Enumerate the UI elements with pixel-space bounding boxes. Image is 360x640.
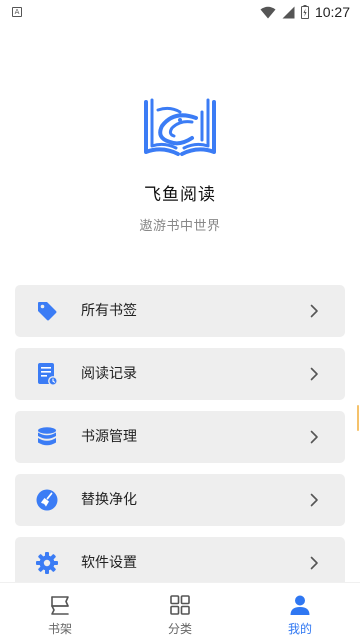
wifi-icon bbox=[260, 6, 276, 18]
chevron-right-icon bbox=[310, 556, 318, 570]
chevron-right-icon bbox=[310, 367, 318, 381]
accessibility-badge-icon: A bbox=[12, 7, 22, 17]
status-indicators: 10:27 bbox=[260, 4, 350, 20]
nav-tab-bookshelf[interactable]: 书架 bbox=[0, 583, 120, 640]
nav-tab-label: 我的 bbox=[287, 622, 312, 636]
menu-item-book-source[interactable]: 书源管理 bbox=[15, 411, 345, 463]
broom-clean-icon bbox=[35, 488, 59, 512]
menu-item-bookmarks[interactable]: 所有书签 bbox=[15, 285, 345, 337]
bottom-navigation: 书架 分类 我的 bbox=[0, 582, 360, 640]
cellular-signal-icon bbox=[282, 6, 295, 18]
app-logo bbox=[0, 96, 360, 158]
menu-item-label: 替换净化 bbox=[81, 492, 137, 508]
nav-tab-label: 书架 bbox=[47, 622, 72, 636]
app-name: 飞鱼阅读 bbox=[144, 185, 216, 205]
bookmark-tag-icon bbox=[35, 299, 59, 323]
menu-item-reading-record[interactable]: 阅读记录 bbox=[15, 348, 345, 400]
menu-item-label: 所有书签 bbox=[81, 303, 137, 319]
chevron-right-icon bbox=[310, 493, 318, 507]
status-bar: A 10:27 bbox=[0, 0, 360, 24]
menu-item-label: 书源管理 bbox=[81, 429, 137, 445]
nav-tab-profile[interactable]: 我的 bbox=[240, 583, 360, 640]
category-grid-icon bbox=[168, 593, 192, 617]
scroll-indicator[interactable] bbox=[357, 405, 359, 431]
app-slogan: 遨游书中世界 bbox=[139, 219, 221, 234]
profile-icon bbox=[288, 593, 312, 617]
battery-charging-icon bbox=[300, 5, 309, 19]
gear-icon bbox=[35, 551, 59, 575]
chevron-right-icon bbox=[310, 304, 318, 318]
reading-record-icon bbox=[35, 362, 59, 386]
status-time: 10:27 bbox=[314, 4, 350, 20]
nav-tab-label: 分类 bbox=[167, 622, 192, 636]
chevron-right-icon bbox=[310, 430, 318, 444]
menu-item-replace-purify[interactable]: 替换净化 bbox=[15, 474, 345, 526]
profile-menu: 所有书签 阅读记录 书源管理 替换净化 软件设置 bbox=[15, 285, 345, 600]
flying-fish-book-logo-icon bbox=[144, 98, 216, 156]
nav-tab-category[interactable]: 分类 bbox=[120, 583, 240, 640]
menu-item-label: 阅读记录 bbox=[81, 366, 137, 382]
bookshelf-icon bbox=[48, 593, 72, 617]
database-icon bbox=[35, 425, 59, 449]
